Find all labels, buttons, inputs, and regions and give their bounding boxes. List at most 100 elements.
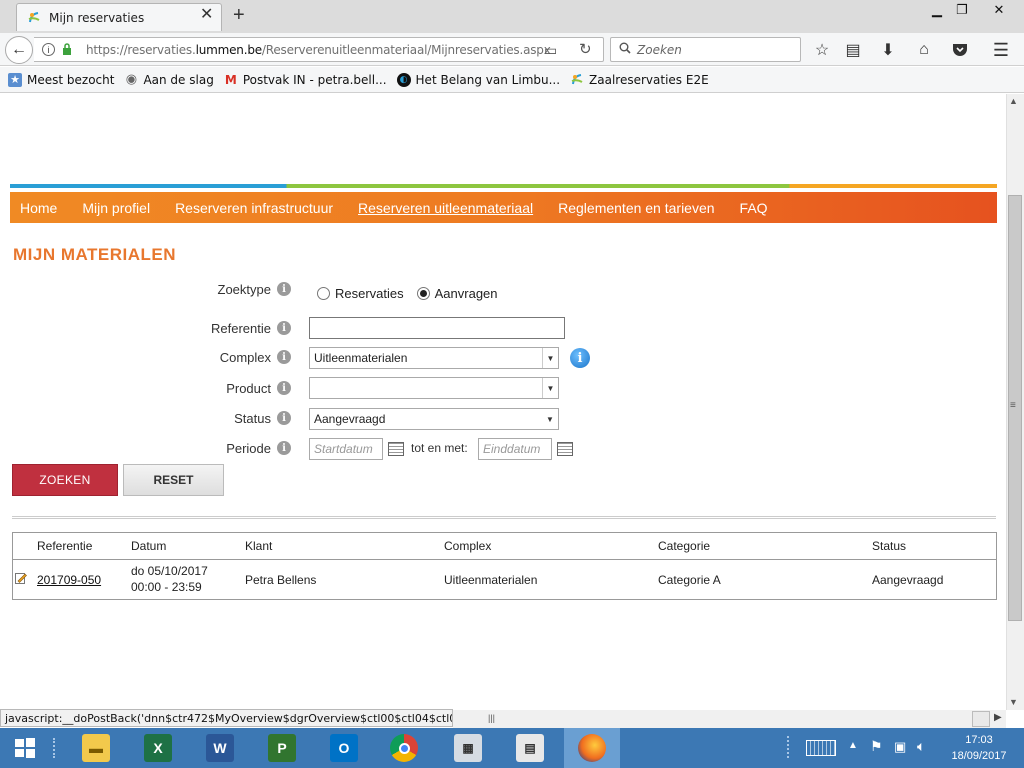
complex-info-icon[interactable]: i	[570, 348, 590, 368]
column-header-klant[interactable]: Klant	[245, 539, 272, 553]
calendar-icon[interactable]	[388, 442, 404, 456]
einddatum-input[interactable]: Einddatum	[478, 438, 552, 460]
complex-select[interactable]: Uitleenmaterialen ▼	[309, 347, 559, 369]
periode-label: Periode	[226, 441, 271, 456]
bookmark-hbvl[interactable]: ◐ Het Belang van Limbu...	[396, 72, 561, 87]
taskbar-clock[interactable]: 17:03 18/09/2017	[944, 732, 1014, 764]
info-icon[interactable]: i	[42, 43, 55, 56]
bookmark-label: Het Belang van Limbu...	[415, 72, 561, 87]
new-tab-icon[interactable]: +	[233, 4, 245, 26]
info-icon[interactable]: i	[277, 282, 291, 296]
column-header-categorie[interactable]: Categorie	[658, 539, 710, 553]
info-icon[interactable]: i	[277, 321, 291, 335]
tab-mijn-reservaties[interactable]: Mijn reservaties	[16, 3, 222, 31]
startdatum-input[interactable]: Startdatum	[309, 438, 383, 460]
reader-view-icon[interactable]: ▭	[544, 42, 557, 59]
status-select[interactable]: Aangevraagd ▼	[309, 408, 559, 430]
results-table: Referentie Datum Klant Complex Categorie…	[12, 532, 997, 600]
taskbar-chrome[interactable]	[376, 728, 432, 768]
column-header-referentie[interactable]: Referentie	[37, 539, 92, 553]
clock-date: 18/09/2017	[951, 750, 1007, 762]
info-icon[interactable]: i	[277, 381, 291, 395]
pocket-icon[interactable]	[949, 39, 971, 61]
home-icon[interactable]: ⌂	[913, 39, 935, 61]
bookmark-meest-bezocht[interactable]: ★ Meest bezocht	[8, 72, 115, 87]
bookmark-star-icon[interactable]: ☆	[811, 39, 833, 61]
clock-time: 17:03	[965, 734, 993, 746]
bookmark-label: Aan de slag	[143, 72, 214, 87]
bookmark-label: Postvak IN - petra.bell...	[242, 72, 387, 87]
radio-reservaties-label: Reservaties	[335, 286, 404, 301]
referentie-label: Referentie	[211, 321, 271, 336]
taskbar-project[interactable]: P	[254, 728, 310, 768]
bookmark-postvak[interactable]: M Postvak IN - petra.bell...	[224, 73, 387, 87]
info-icon[interactable]: i	[277, 441, 291, 455]
menu-item-reserveren-infrastructuur[interactable]: Reserveren infrastructuur	[175, 200, 333, 216]
volume-icon[interactable]: 🔈︎	[917, 738, 925, 755]
taskbar-firefox[interactable]	[564, 728, 620, 768]
word-icon: W	[206, 734, 234, 762]
scroll-right-icon[interactable]: ▶	[994, 712, 1002, 723]
taskbar-word[interactable]: W	[192, 728, 248, 768]
horizontal-scrollbar[interactable]	[453, 710, 1006, 728]
radio-reservaties[interactable]	[317, 287, 330, 300]
referentie-link[interactable]: 201709-050	[37, 573, 101, 587]
taskbar-excel[interactable]: X	[130, 728, 186, 768]
start-button[interactable]	[0, 728, 50, 768]
product-select[interactable]: ▼	[309, 377, 559, 399]
search-icon	[619, 42, 631, 57]
close-window-icon[interactable]: ✕	[980, 0, 1018, 20]
taskbar-outlook[interactable]: O	[316, 728, 372, 768]
scroll-grip-icon: ≡	[1010, 400, 1016, 411]
edit-icon[interactable]	[15, 572, 27, 587]
chevron-down-icon: ▼	[546, 414, 554, 424]
menu-item-mijn-profiel[interactable]: Mijn profiel	[82, 200, 150, 216]
site-favicon-icon	[27, 11, 41, 25]
bookmark-aan-de-slag[interactable]: ◉ Aan de slag	[124, 72, 214, 87]
taskbar-explorer[interactable]: ▬	[68, 728, 124, 768]
project-icon: P	[268, 734, 296, 762]
radio-aanvragen[interactable]	[416, 287, 430, 300]
info-icon[interactable]: i	[277, 350, 291, 364]
menu-hamburger-icon[interactable]: ☰	[990, 39, 1012, 61]
taskbar-news[interactable]: ▤	[502, 728, 558, 768]
scroll-down-icon[interactable]: ▼	[1009, 697, 1018, 707]
keyboard-icon[interactable]	[806, 740, 836, 756]
scroll-left-area[interactable]	[972, 711, 990, 727]
flag-icon[interactable]: ⚑	[870, 738, 883, 755]
chevron-up-icon[interactable]: ▲	[848, 740, 858, 751]
network-icon[interactable]: ▣	[894, 739, 906, 755]
download-icon[interactable]: ⬇	[877, 39, 899, 61]
column-header-complex[interactable]: Complex	[444, 539, 491, 553]
datum-cell-date: do 05/10/2017	[131, 564, 208, 578]
search-input[interactable]: Zoeken	[610, 37, 801, 62]
bookmark-zaalreservaties[interactable]: Zaalreservaties E2E	[570, 73, 709, 87]
reload-icon[interactable]: ↻	[579, 40, 592, 58]
bookmarks-list-icon[interactable]: ▤	[842, 39, 864, 61]
reset-button[interactable]: RESET	[123, 464, 224, 496]
menu-item-reserveren-uitleenmateriaal[interactable]: Reserveren uitleenmateriaal	[358, 200, 533, 216]
column-header-status[interactable]: Status	[872, 539, 906, 553]
column-header-datum[interactable]: Datum	[131, 539, 166, 553]
taskbar-calculator[interactable]: ▦	[440, 728, 496, 768]
zoeken-button[interactable]: ZOEKEN	[12, 464, 118, 496]
close-tab-icon[interactable]: ✕	[200, 7, 213, 23]
divider	[12, 516, 996, 519]
url-bar[interactable]: i https://reservaties.lummen.be/Reserver…	[34, 37, 604, 62]
newspaper-icon: ▤	[516, 734, 544, 762]
datum-cell-time: 00:00 - 23:59	[131, 580, 202, 594]
referentie-input[interactable]	[309, 317, 565, 339]
back-button[interactable]: ←	[5, 36, 33, 64]
excel-icon: X	[144, 734, 172, 762]
menu-item-home[interactable]: Home	[20, 200, 57, 216]
bookmark-label: Meest bezocht	[27, 72, 115, 87]
restore-icon[interactable]: ❐	[945, 0, 979, 20]
status-label: Status	[234, 411, 271, 426]
info-icon[interactable]: i	[277, 411, 291, 425]
menu-item-reglementen[interactable]: Reglementen en tarieven	[558, 200, 714, 216]
scroll-up-icon[interactable]: ▲	[1009, 96, 1018, 106]
outlook-icon: O	[330, 734, 358, 762]
product-label: Product	[226, 381, 271, 396]
calendar-icon[interactable]	[557, 442, 573, 456]
menu-item-faq[interactable]: FAQ	[740, 200, 768, 216]
